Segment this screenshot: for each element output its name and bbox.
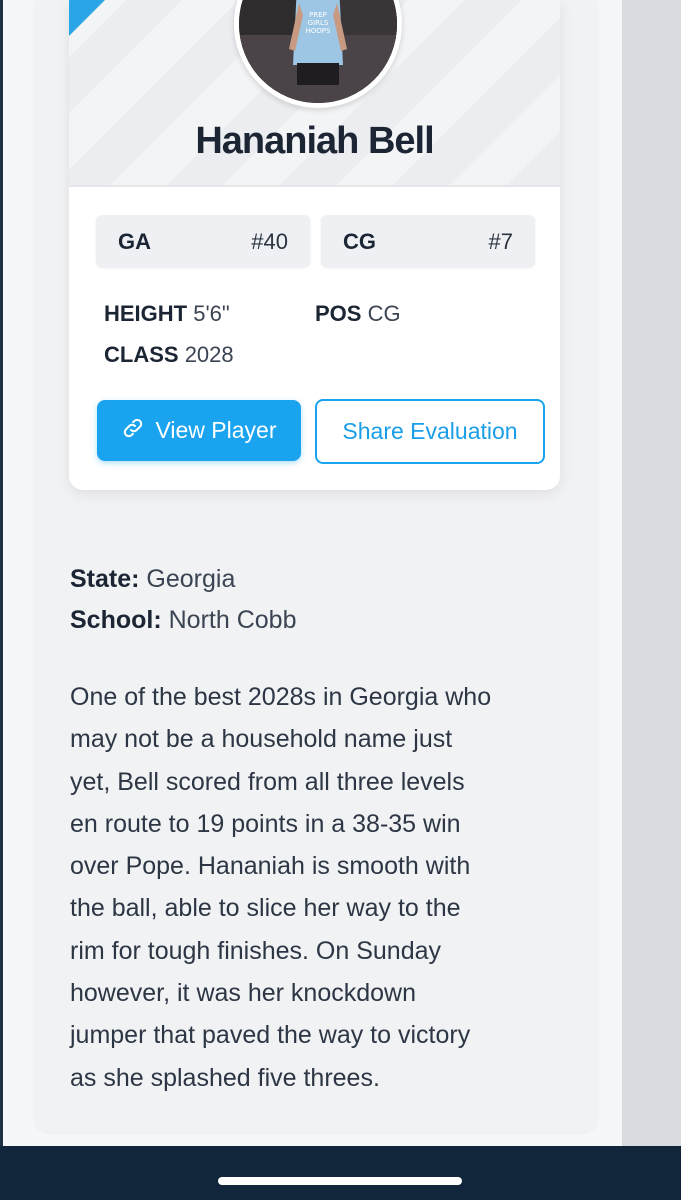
state-chip: GA #40	[96, 215, 310, 267]
position-number: #7	[488, 229, 513, 254]
pos-value: CG	[367, 301, 401, 326]
height-attr: HEIGHT 5'6"	[104, 301, 230, 327]
state-line: State: Georgia	[70, 565, 235, 594]
scroll-track[interactable]	[622, 0, 681, 1150]
position-code: CG	[343, 229, 376, 254]
state-value: Georgia	[146, 565, 236, 593]
svg-text:HOOPS: HOOPS	[306, 27, 332, 35]
corner-accent	[69, 0, 105, 36]
school-line: School: North Cobb	[70, 606, 296, 635]
link-icon	[121, 416, 145, 446]
svg-text:PREP: PREP	[309, 11, 327, 19]
bottom-bar	[0, 1146, 681, 1200]
player-card-header: PREP GIRLS HOOPS Hananiah Bell	[69, 0, 560, 187]
state-code: GA	[118, 229, 151, 254]
view-player-label: View Player	[155, 417, 277, 443]
height-label: HEIGHT	[104, 301, 188, 326]
position-chip: CG #7	[321, 215, 535, 267]
class-label: CLASS	[104, 342, 179, 367]
height-value: 5'6"	[193, 301, 230, 326]
state-label: State:	[70, 565, 140, 593]
window-edge	[0, 0, 3, 1150]
class-attr: CLASS 2028	[104, 342, 234, 368]
home-indicator[interactable]	[218, 1177, 462, 1185]
player-photo: PREP GIRLS HOOPS	[239, 0, 397, 103]
share-evaluation-button[interactable]: Share Evaluation	[315, 399, 545, 464]
share-evaluation-label: Share Evaluation	[342, 418, 518, 444]
school-label: School:	[70, 606, 162, 634]
player-avatar: PREP GIRLS HOOPS	[234, 0, 402, 108]
player-name: Hananiah Bell	[195, 120, 434, 162]
school-value: North Cobb	[168, 606, 297, 634]
pos-attr: POS CG	[315, 301, 401, 327]
evaluation-text: One of the best 2028s in Georgia who may…	[70, 683, 492, 1092]
state-number: #40	[251, 229, 288, 254]
view-player-button[interactable]: View Player	[97, 400, 301, 461]
pos-label: POS	[315, 301, 362, 326]
class-value: 2028	[184, 342, 234, 367]
svg-text:GIRLS: GIRLS	[308, 19, 329, 27]
